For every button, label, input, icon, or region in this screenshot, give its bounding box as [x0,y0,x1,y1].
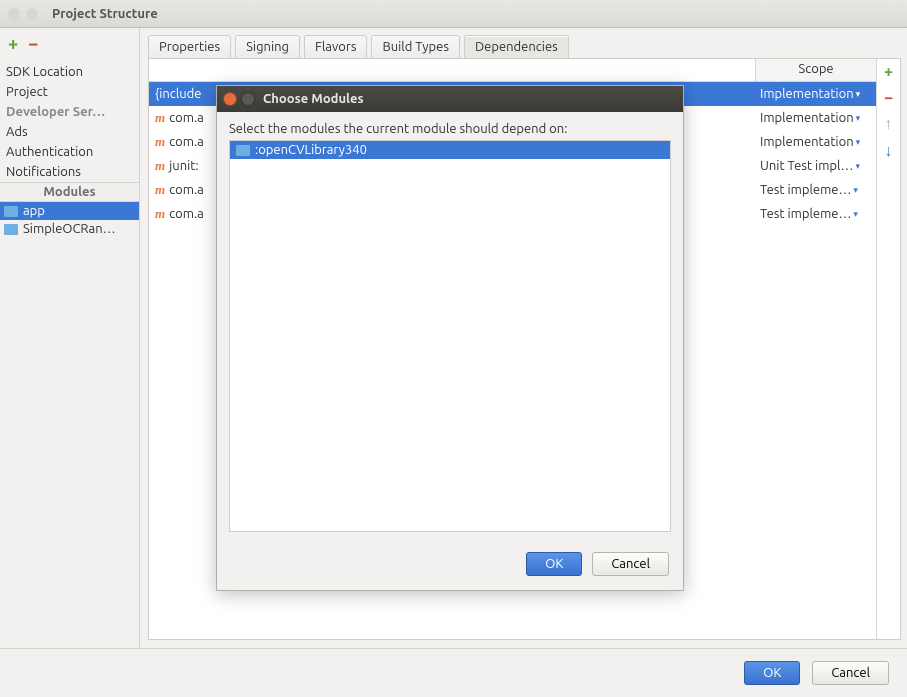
chevron-down-icon[interactable]: ▾ [855,161,860,172]
dep-label: {include [155,87,201,101]
maven-icon: m [155,134,165,150]
dep-label: com.a [169,135,204,149]
move-up-icon[interactable]: ↑ [885,115,893,134]
dep-scope[interactable]: Implementation [760,111,854,125]
main-cancel-button[interactable]: Cancel [812,661,889,685]
sidebar-item-project[interactable]: Project [0,82,139,102]
chooser-minimize-icon[interactable] [241,92,255,106]
dep-scope[interactable]: Implementation [760,87,854,101]
chevron-down-icon[interactable]: ▾ [856,137,861,148]
choose-modules-dialog: Choose Modules Select the modules the cu… [216,85,684,591]
dep-label: com.a [169,183,204,197]
window-close-icon[interactable] [8,8,20,20]
chooser-close-icon[interactable] [223,92,237,106]
sidebar-module-app[interactable]: app [0,202,139,220]
sidebar-add-icon[interactable]: + [8,34,18,54]
chevron-down-icon[interactable]: ▾ [856,89,861,100]
chooser-module-item[interactable]: :openCVLibrary340 [230,141,670,159]
chevron-down-icon[interactable]: ▾ [856,113,861,124]
sidebar-item-sdk-location[interactable]: SDK Location [0,62,139,82]
folder-icon [236,145,250,156]
folder-icon [4,224,18,235]
scope-column-header: Scope [756,59,876,81]
chooser-instruction: Select the modules the current module sh… [229,122,671,136]
dep-toolbar: + − ↑ ↓ [876,59,900,639]
sidebar-module-label: SimpleOCRan… [23,222,116,236]
chooser-module-label: :openCVLibrary340 [255,143,367,157]
sidebar-remove-icon[interactable]: − [28,34,38,54]
chooser-cancel-button[interactable]: Cancel [592,552,669,576]
chooser-title: Choose Modules [263,92,364,106]
chevron-down-icon[interactable]: ▾ [853,185,858,196]
remove-dependency-icon[interactable]: − [884,89,893,107]
sidebar-item-ads[interactable]: Ads [0,122,139,142]
sidebar-item-developer-services[interactable]: Developer Ser… [0,102,139,122]
main-ok-button[interactable]: OK [744,661,800,685]
add-dependency-icon[interactable]: + [884,63,893,81]
dep-label: junit: [169,159,198,173]
tab-dependencies[interactable]: Dependencies [464,35,569,58]
sidebar-list: SDK Location Project Developer Ser… Ads … [0,62,139,648]
maven-icon: m [155,158,165,174]
chooser-module-list[interactable]: :openCVLibrary340 [229,140,671,532]
maven-icon: m [155,206,165,222]
dep-label: com.a [169,111,204,125]
dep-label: com.a [169,207,204,221]
maven-icon: m [155,110,165,126]
dep-scope[interactable]: Test impleme… [760,207,851,221]
window-minimize-icon[interactable] [26,8,38,20]
dep-table-header: Scope [149,59,876,82]
chevron-down-icon[interactable]: ▾ [853,209,858,220]
tab-bar: Properties Signing Flavors Build Types D… [148,32,901,58]
tab-flavors[interactable]: Flavors [304,35,367,58]
sidebar-item-authentication[interactable]: Authentication [0,142,139,162]
sidebar-toolbar: + − [0,28,139,62]
sidebar-module-label: app [23,204,45,218]
tab-signing[interactable]: Signing [235,35,300,58]
dep-scope[interactable]: Implementation [760,135,854,149]
window-title-bar: Project Structure [0,0,907,28]
tab-build-types[interactable]: Build Types [371,35,460,58]
chooser-title-bar[interactable]: Choose Modules [217,86,683,112]
main-footer: OK Cancel [0,648,907,697]
sidebar-item-notifications[interactable]: Notifications [0,162,139,182]
sidebar: + − SDK Location Project Developer Ser… … [0,28,140,648]
chooser-ok-button[interactable]: OK [526,552,582,576]
move-down-icon[interactable]: ↓ [885,142,893,161]
window-title: Project Structure [52,7,158,21]
sidebar-module-simpleocr[interactable]: SimpleOCRan… [0,220,139,238]
folder-icon [4,206,18,217]
tab-properties[interactable]: Properties [148,35,231,58]
maven-icon: m [155,182,165,198]
dep-scope[interactable]: Unit Test impl… [760,159,853,173]
sidebar-modules-header: Modules [0,182,139,202]
dep-scope[interactable]: Test impleme… [760,183,851,197]
